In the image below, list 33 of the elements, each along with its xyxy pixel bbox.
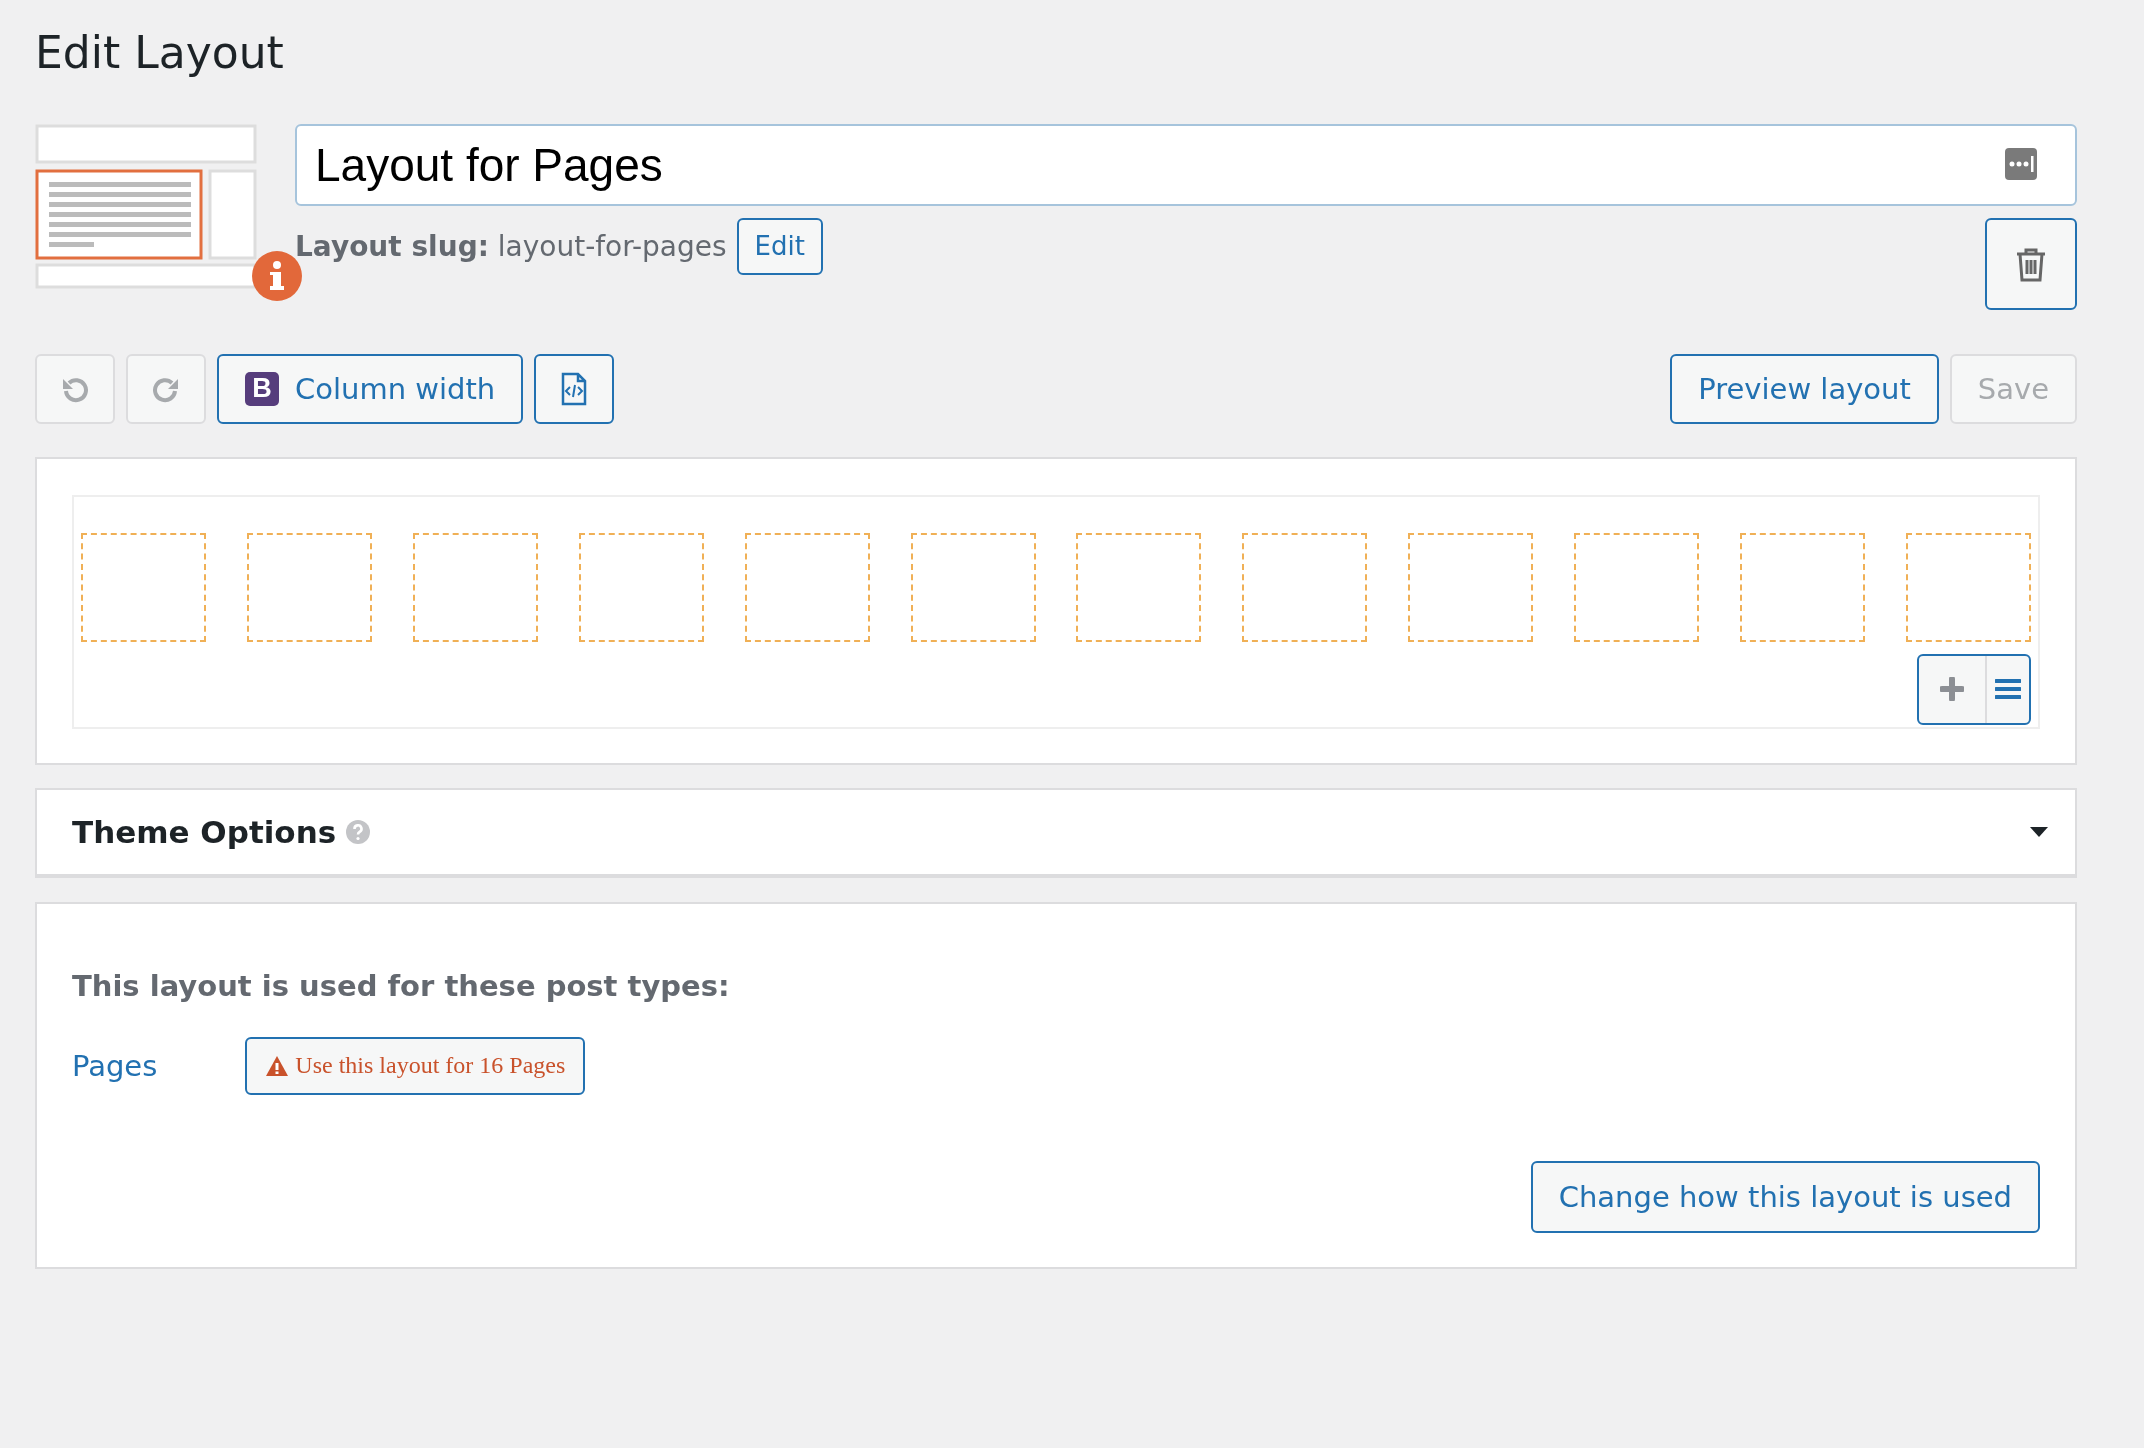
ellipsis-icon[interactable] (2005, 147, 2037, 180)
empty-column-cell[interactable] (1740, 532, 1866, 642)
warning-icon (265, 1054, 290, 1077)
bootstrap-badge-icon: B (245, 371, 279, 406)
plus-icon (1940, 677, 1964, 702)
empty-column-cell[interactable] (412, 532, 538, 642)
help-icon[interactable] (346, 819, 371, 844)
empty-column-cell[interactable] (910, 532, 1036, 642)
empty-column-cell[interactable] (81, 532, 206, 642)
caret-icon[interactable] (2029, 825, 2049, 838)
post-type-link[interactable]: Pages (72, 1048, 158, 1083)
empty-column-cell[interactable] (578, 532, 704, 642)
empty-column-cell[interactable] (1076, 532, 1202, 642)
assign-layout-button[interactable]: Use this layout for 16 Pages (245, 1036, 586, 1095)
empty-column-cell[interactable] (1408, 532, 1534, 642)
menu-icon (1995, 678, 2021, 701)
empty-column-cell[interactable] (246, 532, 372, 642)
column-width-button[interactable]: B Column width (217, 353, 524, 424)
edit-slug-button[interactable]: Edit (736, 217, 823, 275)
empty-column-cell[interactable] (1574, 532, 1700, 642)
code-file-icon (561, 371, 588, 406)
change-usage-button[interactable]: Change how this layout is used (1530, 1160, 2040, 1233)
preview-layout-button[interactable]: Preview layout (1670, 353, 1939, 424)
empty-column-cell[interactable] (1242, 532, 1368, 642)
delete-button[interactable] (1985, 217, 2077, 310)
slug-label: Layout slug: layout-for-pages (295, 229, 727, 263)
usage-heading: This layout is used for these post types: (72, 968, 731, 1003)
page-title: Edit Layout (35, 26, 285, 80)
empty-column-cell[interactable] (744, 532, 870, 642)
empty-column-cell[interactable] (1905, 532, 2031, 642)
section-title: Theme Options (72, 813, 337, 850)
code-button[interactable] (534, 353, 615, 424)
layout-title-field[interactable]: Layout for Pages (295, 123, 2077, 206)
